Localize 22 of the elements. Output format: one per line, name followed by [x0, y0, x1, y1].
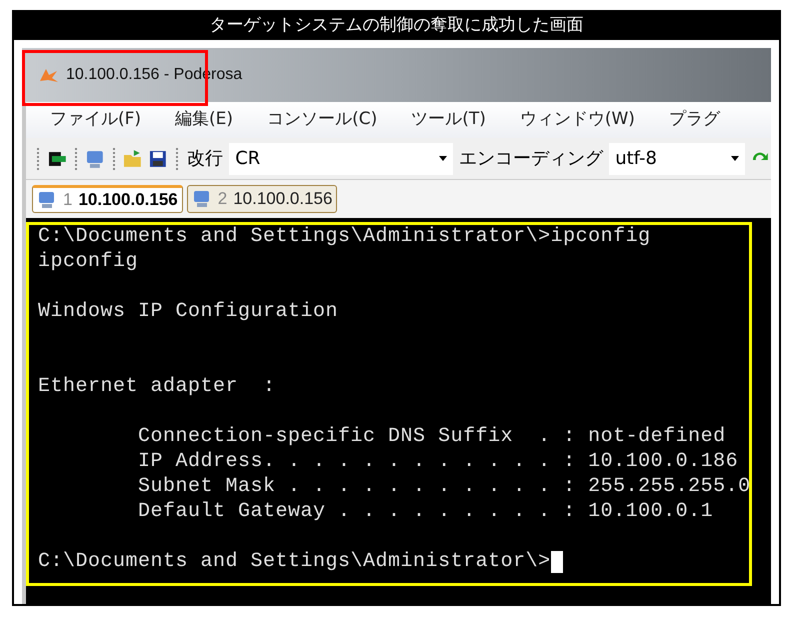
terminal-line: ipconfig: [38, 249, 138, 274]
session-tab[interactable]: 1 10.100.0.156: [32, 185, 183, 213]
newline-label: 改行: [186, 147, 224, 171]
encoding-dropdown[interactable]: utf-8: [609, 142, 746, 174]
terminal-prompt: C:\Documents and Settings\Administrator\>: [38, 549, 551, 574]
menu-item[interactable]: ツール(T): [411, 107, 486, 133]
terminal-line: Ethernet adapter :: [38, 374, 276, 399]
encoding-label: エンコーディング: [458, 147, 604, 171]
terminal-line: Connection-specific DNS Suffix . : not-defined: [137, 424, 726, 449]
menu-item[interactable]: ウィンドウ(W): [520, 107, 635, 133]
terminal-line: Default Gateway . . . . . . . . . : 10.100.0.1: [137, 499, 714, 524]
menu-item[interactable]: プラグ: [668, 107, 720, 133]
menu-item[interactable]: コンソール(C): [267, 107, 378, 133]
terminal-line: IP Address. . . . . . . . . . . . : 10.100.0.186: [137, 449, 738, 474]
session-tab[interactable]: 2 10.100.0.156: [186, 185, 338, 213]
menu-item[interactable]: ファイル(F): [50, 107, 142, 133]
terminal-line: Windows IP Configuration: [38, 299, 338, 324]
figure-caption: ターゲットシステムの制御の奪取に成功した画面: [14, 12, 779, 40]
terminal-line: C:\Documents and Settings\Administrator\>ipconfig: [38, 224, 651, 249]
terminal-line: Subnet Mask . . . . . . . . . . . : 255.255.255.0: [137, 474, 751, 499]
menu-item[interactable]: 編集(E): [175, 107, 234, 133]
newline-dropdown[interactable]: CR: [229, 142, 454, 174]
